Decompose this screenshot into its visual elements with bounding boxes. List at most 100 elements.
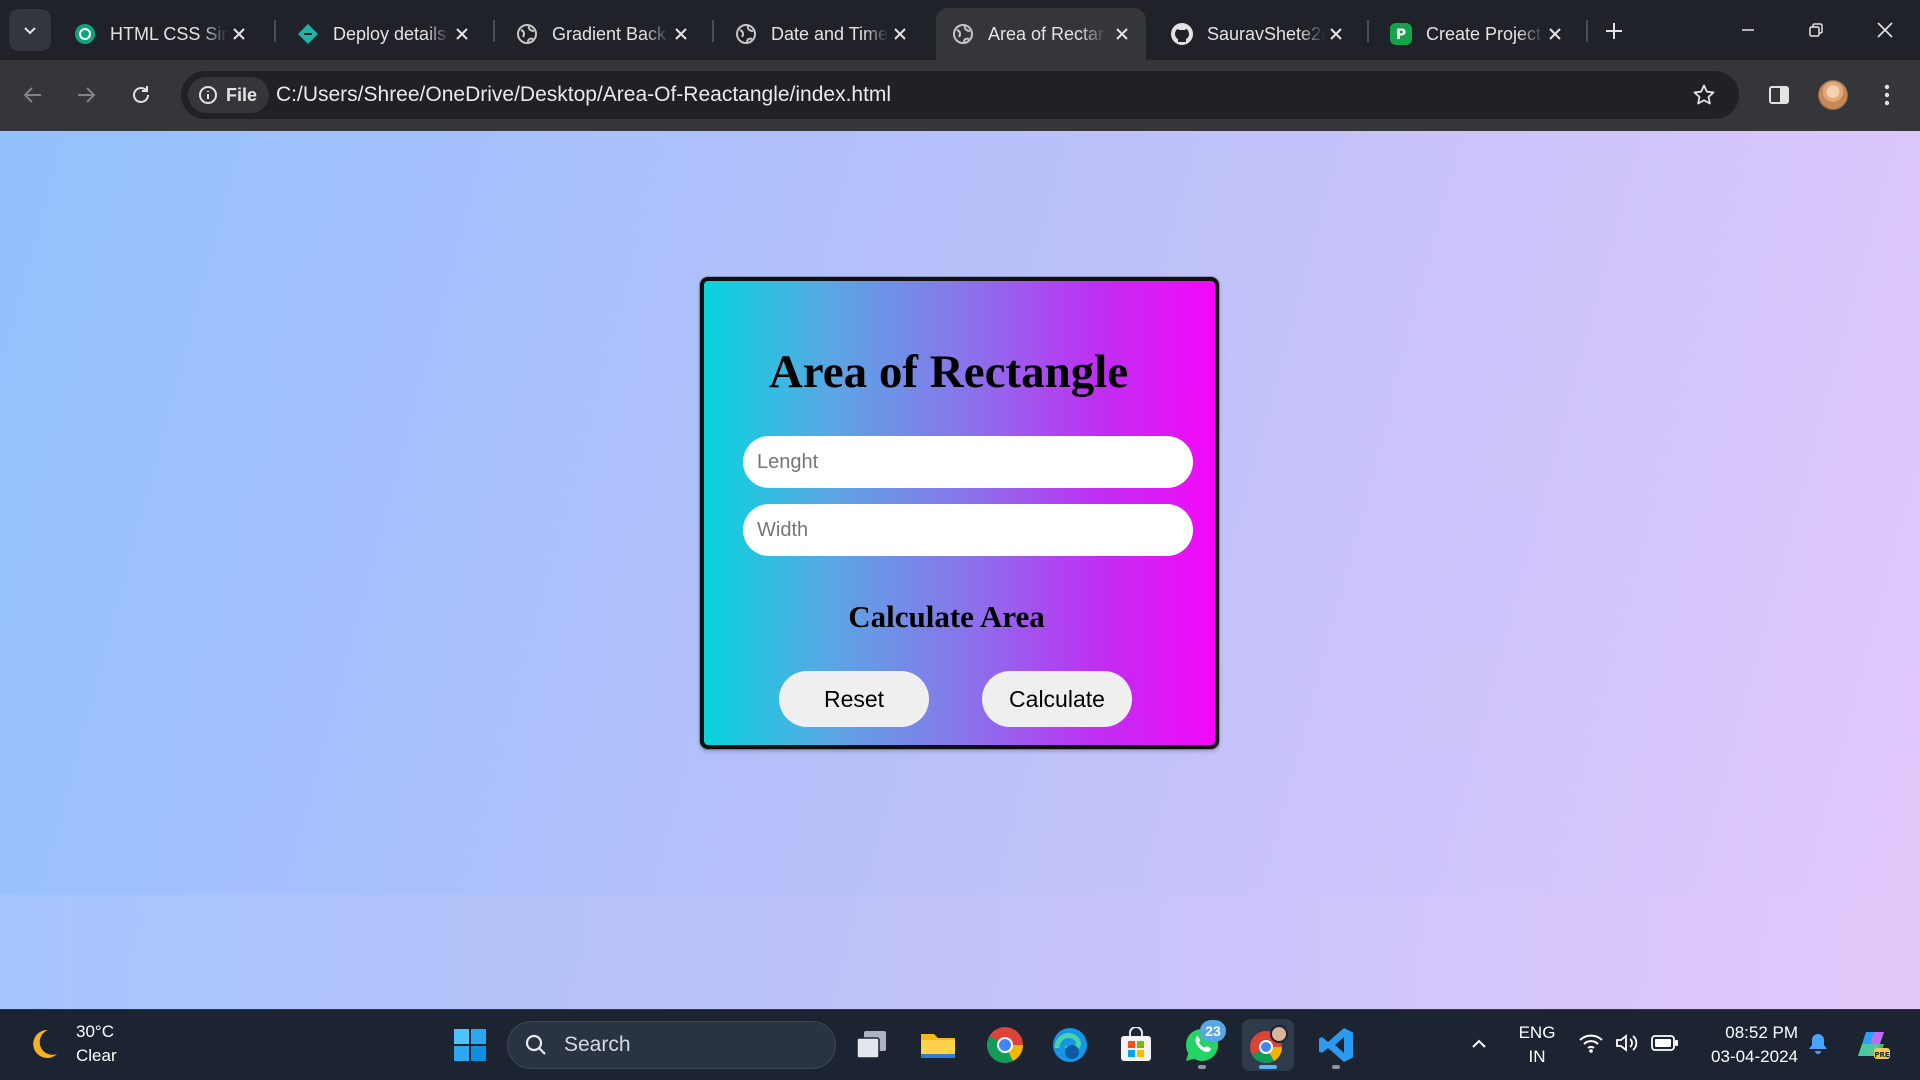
chrome-icon <box>986 1027 1023 1063</box>
page-title: Area of Rectangle <box>768 346 1129 398</box>
back-button[interactable] <box>12 74 54 116</box>
wifi-icon[interactable] <box>1578 1032 1604 1059</box>
clock-date: 03-04-2024 <box>1711 1047 1798 1066</box>
tab-title: SauravShete2( <box>1207 23 1325 44</box>
tab-separator <box>274 20 276 42</box>
calculate-button[interactable]: Calculate <box>982 671 1132 727</box>
edge-icon <box>1053 1028 1087 1062</box>
windows-logo-icon <box>454 1029 486 1061</box>
width-input[interactable] <box>743 504 1193 556</box>
language-indicator[interactable]: ENG IN <box>1516 1021 1558 1069</box>
vscode-button[interactable] <box>1310 1019 1362 1071</box>
minimize-icon <box>1742 29 1754 31</box>
vscode-icon <box>1319 1028 1353 1062</box>
store-icon <box>1121 1027 1151 1061</box>
close-icon[interactable] <box>1541 20 1569 48</box>
task-view-button[interactable] <box>846 1019 898 1071</box>
notification-badge: 23 <box>1200 1020 1226 1042</box>
plus-icon <box>1606 23 1622 39</box>
tab-date-and-time[interactable]: Date and Time <box>719 8 924 60</box>
tab-title: Create Project <box>1426 23 1542 44</box>
clock-time: 08:52 PM <box>1725 1023 1798 1042</box>
tab-search-button[interactable] <box>9 9 51 51</box>
close-icon[interactable] <box>225 20 253 48</box>
close-window-button[interactable] <box>1863 8 1907 52</box>
chatgpt-icon <box>72 21 98 47</box>
page-background-band <box>0 895 1920 1009</box>
tab-title: Area of Rectar <box>988 23 1105 44</box>
tab-area-of-rectangle[interactable]: Area of Rectar <box>936 8 1146 60</box>
minimize-button[interactable] <box>1726 8 1770 52</box>
more-vertical-icon <box>1884 84 1890 106</box>
running-indicator <box>1198 1065 1206 1069</box>
tab-title: Date and Time <box>771 23 889 44</box>
language-code: ENG <box>1518 1023 1556 1042</box>
chrome-button[interactable] <box>979 1019 1031 1071</box>
svg-text:P: P <box>1396 27 1406 43</box>
tab-create-project[interactable]: P Create Project <box>1374 8 1579 60</box>
microsoft-store-button[interactable] <box>1110 1019 1162 1071</box>
address-bar[interactable]: File C:/Users/Shree/OneDrive/Desktop/Are… <box>181 71 1739 119</box>
page-viewport: Area of Rectangle Calculate Area Reset C… <box>0 131 1920 1009</box>
profile-button[interactable] <box>1812 74 1854 116</box>
tab-html-css[interactable]: HTML CSS Sin <box>58 8 263 60</box>
close-icon[interactable] <box>667 20 695 48</box>
show-hidden-icons-button[interactable] <box>1459 1024 1499 1064</box>
start-button[interactable] <box>444 1019 496 1071</box>
chrome-profile-button[interactable] <box>1242 1019 1294 1071</box>
length-input[interactable] <box>743 436 1193 488</box>
tab-strip: HTML CSS Sin Deploy details Gradient Bac… <box>0 0 1920 60</box>
side-panel-icon <box>1769 86 1789 104</box>
restore-button[interactable] <box>1794 8 1838 52</box>
arrow-left-icon <box>23 87 41 103</box>
reset-button[interactable]: Reset <box>779 671 929 727</box>
windows-taskbar: 30°C Clear Search 23 ENG IN 08:52 PM 03-… <box>0 1009 1920 1080</box>
reload-button[interactable] <box>120 74 162 116</box>
star-icon <box>1693 84 1715 105</box>
chevron-up-icon <box>1472 1039 1486 1048</box>
side-panel-button[interactable] <box>1758 74 1800 116</box>
weather-widget[interactable]: 30°C Clear <box>24 1020 117 1068</box>
close-icon[interactable] <box>1108 20 1136 48</box>
moon-icon <box>33 1029 57 1058</box>
active-indicator <box>1259 1065 1277 1069</box>
bookmark-star-button[interactable] <box>1689 80 1719 110</box>
forward-button[interactable] <box>65 74 107 116</box>
folder-icon <box>921 1034 955 1058</box>
file-explorer-button[interactable] <box>912 1019 964 1071</box>
close-icon[interactable] <box>886 20 914 48</box>
volume-icon[interactable] <box>1614 1032 1640 1059</box>
battery-icon[interactable] <box>1651 1034 1679 1057</box>
close-icon <box>1877 22 1893 38</box>
task-view-icon <box>856 1031 886 1059</box>
edge-button[interactable] <box>1044 1019 1096 1071</box>
site-info-chip[interactable]: File <box>188 77 270 113</box>
copilot-icon[interactable]: PRE <box>1852 1026 1892 1067</box>
chevron-down-icon <box>24 27 36 35</box>
avatar <box>1818 80 1848 110</box>
arrow-right-icon <box>78 87 96 103</box>
search-icon <box>525 1034 546 1055</box>
taskbar-search[interactable]: Search <box>507 1021 836 1069</box>
info-icon <box>199 86 217 104</box>
new-tab-button[interactable] <box>1596 15 1632 47</box>
weather-description: Clear <box>76 1046 117 1065</box>
tab-separator <box>493 20 495 42</box>
tab-gradient-back[interactable]: Gradient Back <box>500 8 705 60</box>
browser-toolbar: File C:/Users/Shree/OneDrive/Desktop/Are… <box>0 60 1920 131</box>
running-indicator <box>1332 1065 1340 1069</box>
system-clock[interactable]: 08:52 PM 03-04-2024 <box>1690 1021 1798 1069</box>
notifications-bell-icon[interactable] <box>1807 1032 1829 1061</box>
menu-button[interactable] <box>1866 74 1908 116</box>
close-icon[interactable] <box>1322 20 1350 48</box>
tab-github[interactable]: SauravShete2( <box>1155 8 1360 60</box>
url-text[interactable]: C:/Users/Shree/OneDrive/Desktop/Area-Of-… <box>276 83 891 107</box>
region-code: IN <box>1528 1047 1546 1066</box>
tab-separator <box>712 20 714 42</box>
tab-deploy-details[interactable]: Deploy details <box>281 8 486 60</box>
netlify-icon <box>295 21 321 47</box>
globe-icon <box>514 21 540 47</box>
chrome-profile-icon <box>1250 1025 1288 1064</box>
close-icon[interactable] <box>448 20 476 48</box>
whatsapp-button[interactable]: 23 <box>1176 1019 1228 1071</box>
